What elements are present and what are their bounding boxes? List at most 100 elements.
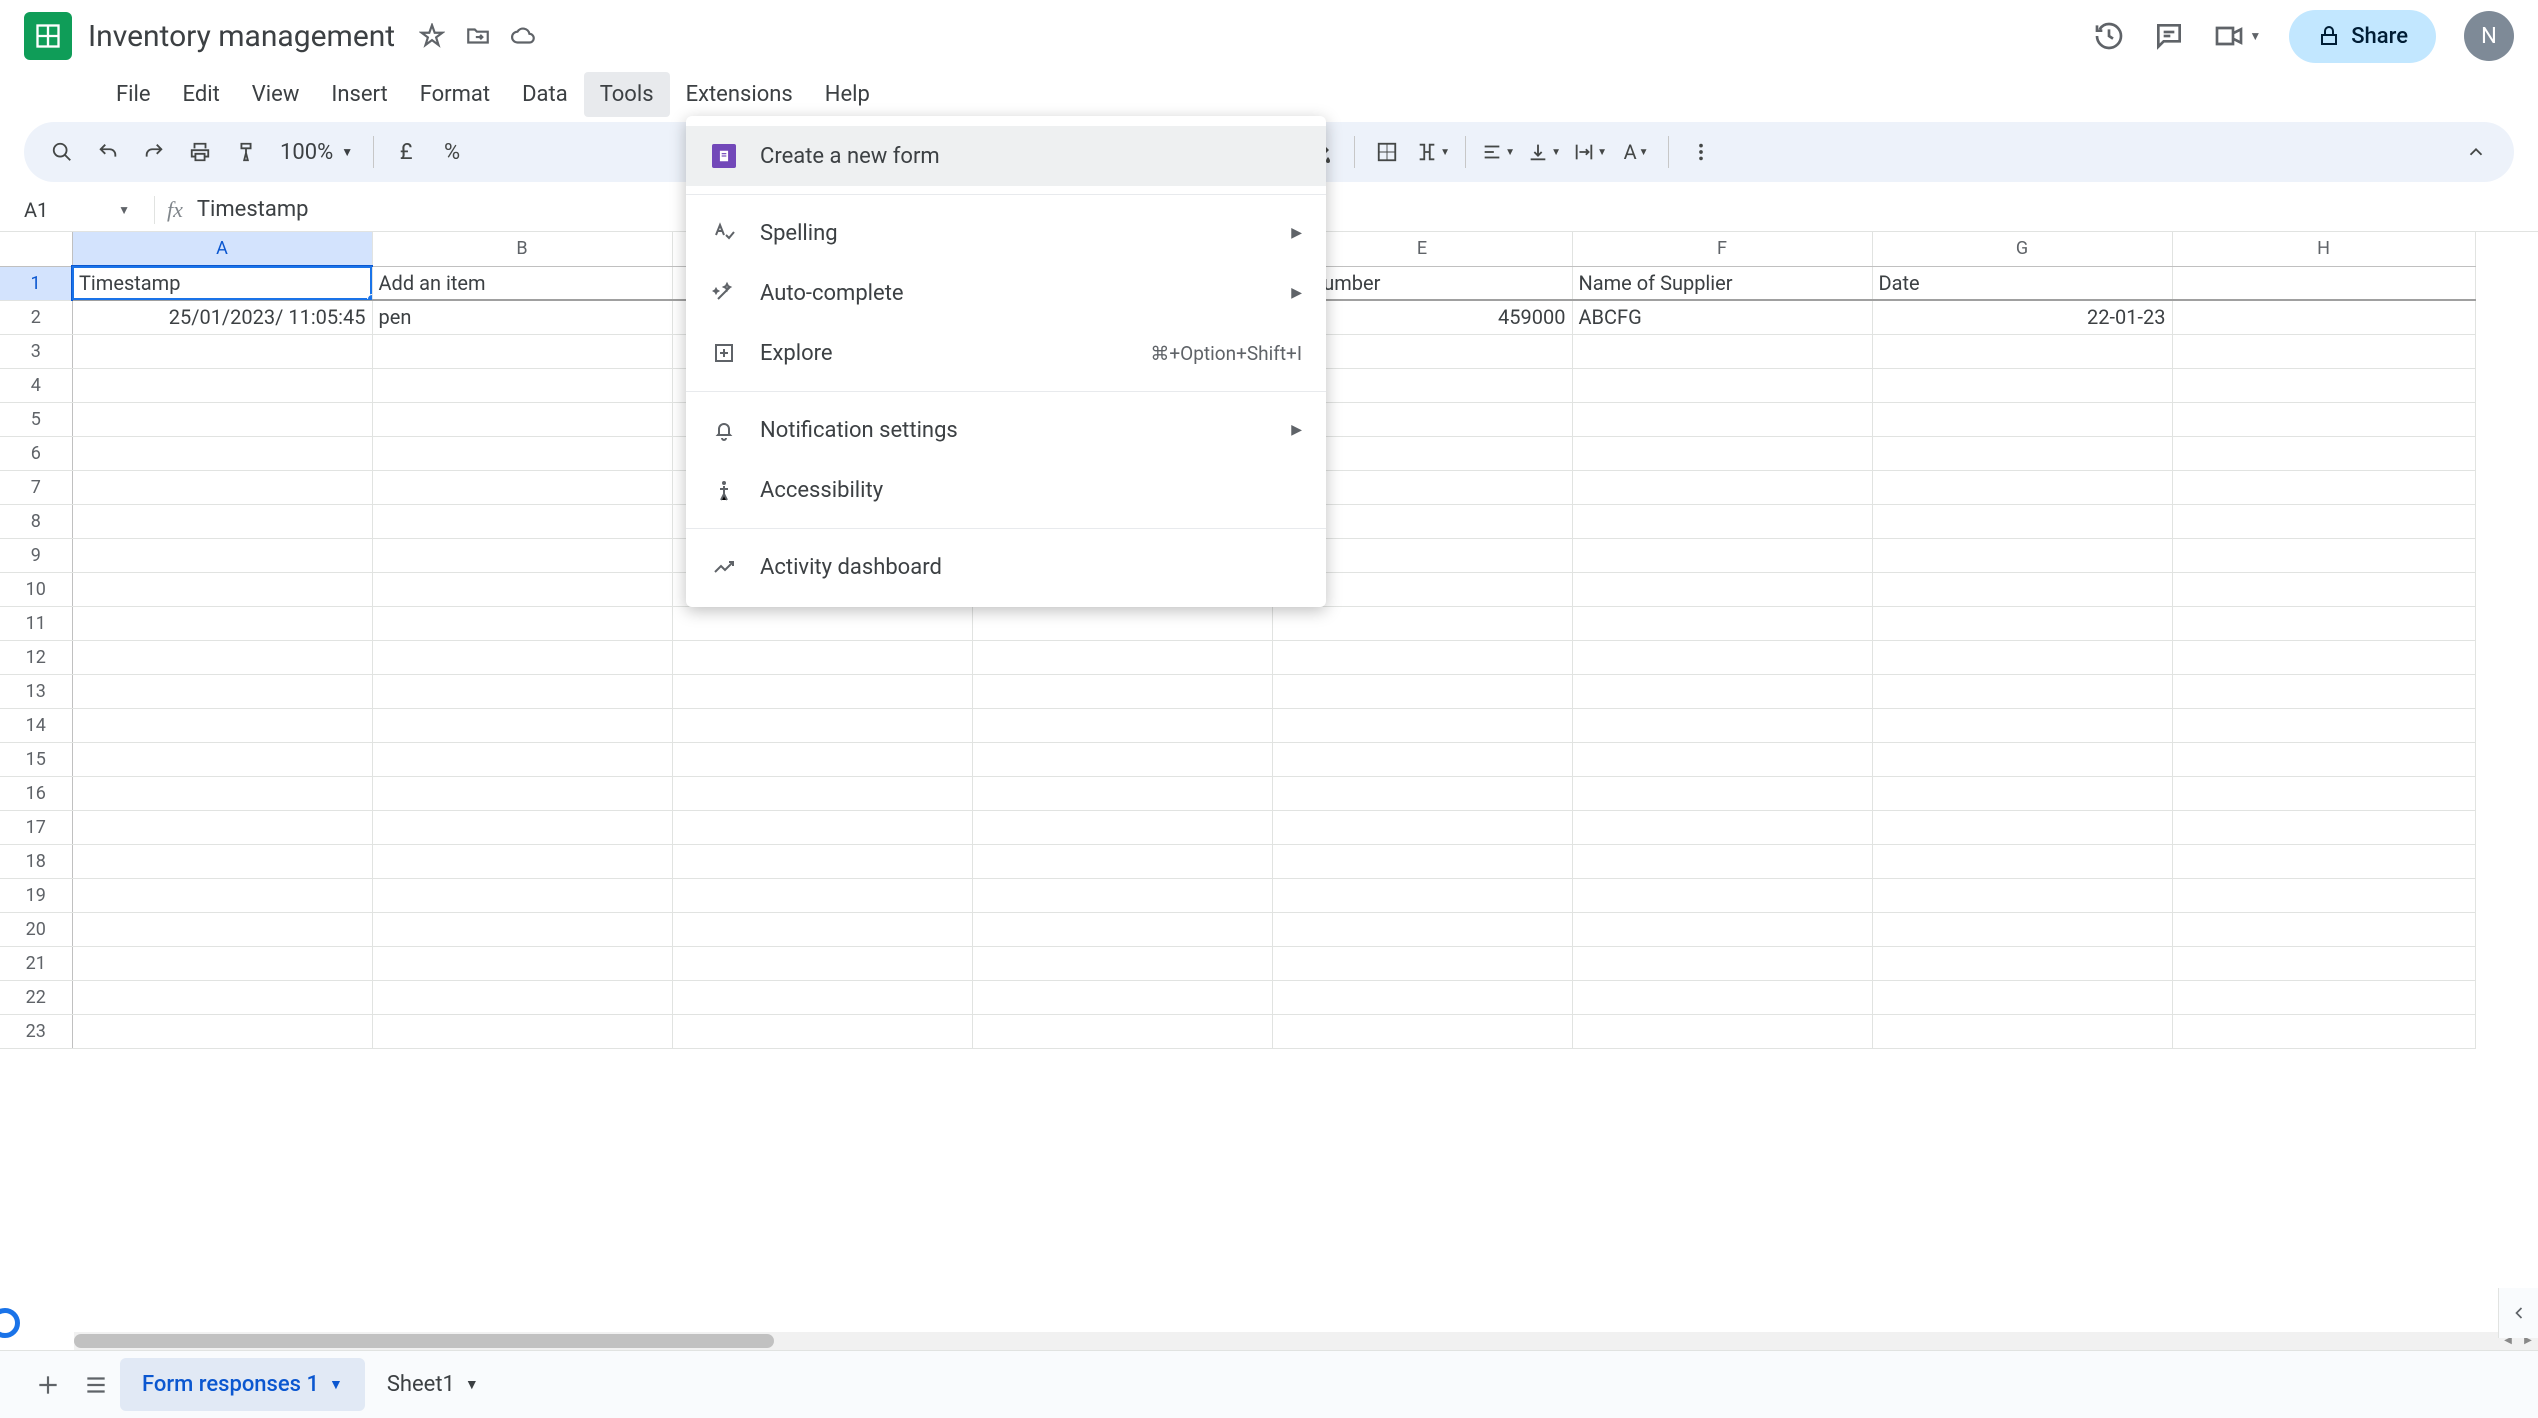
menu-insert[interactable]: Insert [315,72,403,117]
row-header-23[interactable]: 23 [0,1014,72,1048]
cell-D17[interactable] [972,810,1272,844]
comment-icon[interactable] [2153,20,2185,52]
cell-A16[interactable] [72,776,372,810]
cell-H14[interactable] [2172,708,2475,742]
horizontal-scrollbar[interactable] [74,1332,2498,1350]
col-header-F[interactable]: F [1572,232,1872,266]
cell-H8[interactable] [2172,504,2475,538]
cell-A17[interactable] [72,810,372,844]
cell-F1[interactable]: Name of Supplier [1572,266,1872,300]
cell-E12[interactable] [1272,640,1572,674]
cell-G8[interactable] [1872,504,2172,538]
cell-D14[interactable] [972,708,1272,742]
cell-F14[interactable] [1572,708,1872,742]
cell-G23[interactable] [1872,1014,2172,1048]
cell-B15[interactable] [372,742,672,776]
cell-G11[interactable] [1872,606,2172,640]
cell-D13[interactable] [972,674,1272,708]
cell-D16[interactable] [972,776,1272,810]
row-header-14[interactable]: 14 [0,708,72,742]
menu-data[interactable]: Data [506,72,584,117]
valign-icon[interactable]: ▼ [1524,132,1564,172]
cell-G17[interactable] [1872,810,2172,844]
cloud-icon[interactable] [511,23,537,49]
cell-G5[interactable] [1872,402,2172,436]
col-header-H[interactable]: H [2172,232,2475,266]
cell-A11[interactable] [72,606,372,640]
cell-G20[interactable] [1872,912,2172,946]
cell-H20[interactable] [2172,912,2475,946]
selection-handle[interactable] [367,294,373,300]
row-header-5[interactable]: 5 [0,402,72,436]
cell-C13[interactable] [672,674,972,708]
cell-D15[interactable] [972,742,1272,776]
share-button[interactable]: Share [2289,10,2436,63]
cell-D12[interactable] [972,640,1272,674]
menu-tools[interactable]: Tools [584,72,670,117]
search-menus-icon[interactable] [42,132,82,172]
cell-E18[interactable] [1272,844,1572,878]
menu-item-create-a-new-form[interactable]: Create a new form [686,126,1326,186]
chevron-down-icon[interactable]: ▼ [329,1376,343,1393]
cell-G6[interactable] [1872,436,2172,470]
cell-H1[interactable] [2172,266,2475,300]
cell-H11[interactable] [2172,606,2475,640]
menu-view[interactable]: View [236,72,316,117]
history-icon[interactable] [2093,20,2125,52]
menu-item-notification-settings[interactable]: Notification settings▶ [686,400,1326,460]
cell-F20[interactable] [1572,912,1872,946]
row-header-12[interactable]: 12 [0,640,72,674]
cell-H15[interactable] [2172,742,2475,776]
cell-A7[interactable] [72,470,372,504]
move-icon[interactable] [465,23,491,49]
cell-E23[interactable] [1272,1014,1572,1048]
cell-E20[interactable] [1272,912,1572,946]
cell-D11[interactable] [972,606,1272,640]
menu-format[interactable]: Format [404,72,506,117]
cell-F18[interactable] [1572,844,1872,878]
cell-H12[interactable] [2172,640,2475,674]
row-header-1[interactable]: 1 [0,266,72,300]
cell-A23[interactable] [72,1014,372,1048]
cell-C20[interactable] [672,912,972,946]
cell-G12[interactable] [1872,640,2172,674]
cell-D23[interactable] [972,1014,1272,1048]
cell-F3[interactable] [1572,334,1872,368]
cell-B2[interactable]: pen [372,300,672,334]
row-header-16[interactable]: 16 [0,776,72,810]
cell-B16[interactable] [372,776,672,810]
halign-icon[interactable]: ▼ [1478,132,1518,172]
cell-B23[interactable] [372,1014,672,1048]
cell-B8[interactable] [372,504,672,538]
cell-B21[interactable] [372,946,672,980]
cell-F17[interactable] [1572,810,1872,844]
cell-B14[interactable] [372,708,672,742]
cell-H19[interactable] [2172,878,2475,912]
col-header-A[interactable]: A [72,232,372,266]
cell-F11[interactable] [1572,606,1872,640]
cell-B18[interactable] [372,844,672,878]
cell-F9[interactable] [1572,538,1872,572]
borders-icon[interactable] [1367,132,1407,172]
cell-E13[interactable] [1272,674,1572,708]
cell-D18[interactable] [972,844,1272,878]
cell-H16[interactable] [2172,776,2475,810]
cell-B20[interactable] [372,912,672,946]
sheets-app-icon[interactable] [24,12,72,60]
cell-H21[interactable] [2172,946,2475,980]
print-icon[interactable] [180,132,220,172]
formula-input[interactable] [197,197,2526,222]
cell-B19[interactable] [372,878,672,912]
cell-F19[interactable] [1572,878,1872,912]
select-all-corner[interactable] [0,232,72,266]
cell-A6[interactable] [72,436,372,470]
collapse-toolbar-icon[interactable] [2456,132,2496,172]
cell-G19[interactable] [1872,878,2172,912]
cell-G14[interactable] [1872,708,2172,742]
cell-A19[interactable] [72,878,372,912]
cell-F22[interactable] [1572,980,1872,1014]
menu-item-accessibility[interactable]: Accessibility [686,460,1326,520]
menu-item-spelling[interactable]: Spelling▶ [686,203,1326,263]
cell-A10[interactable] [72,572,372,606]
cell-A9[interactable] [72,538,372,572]
